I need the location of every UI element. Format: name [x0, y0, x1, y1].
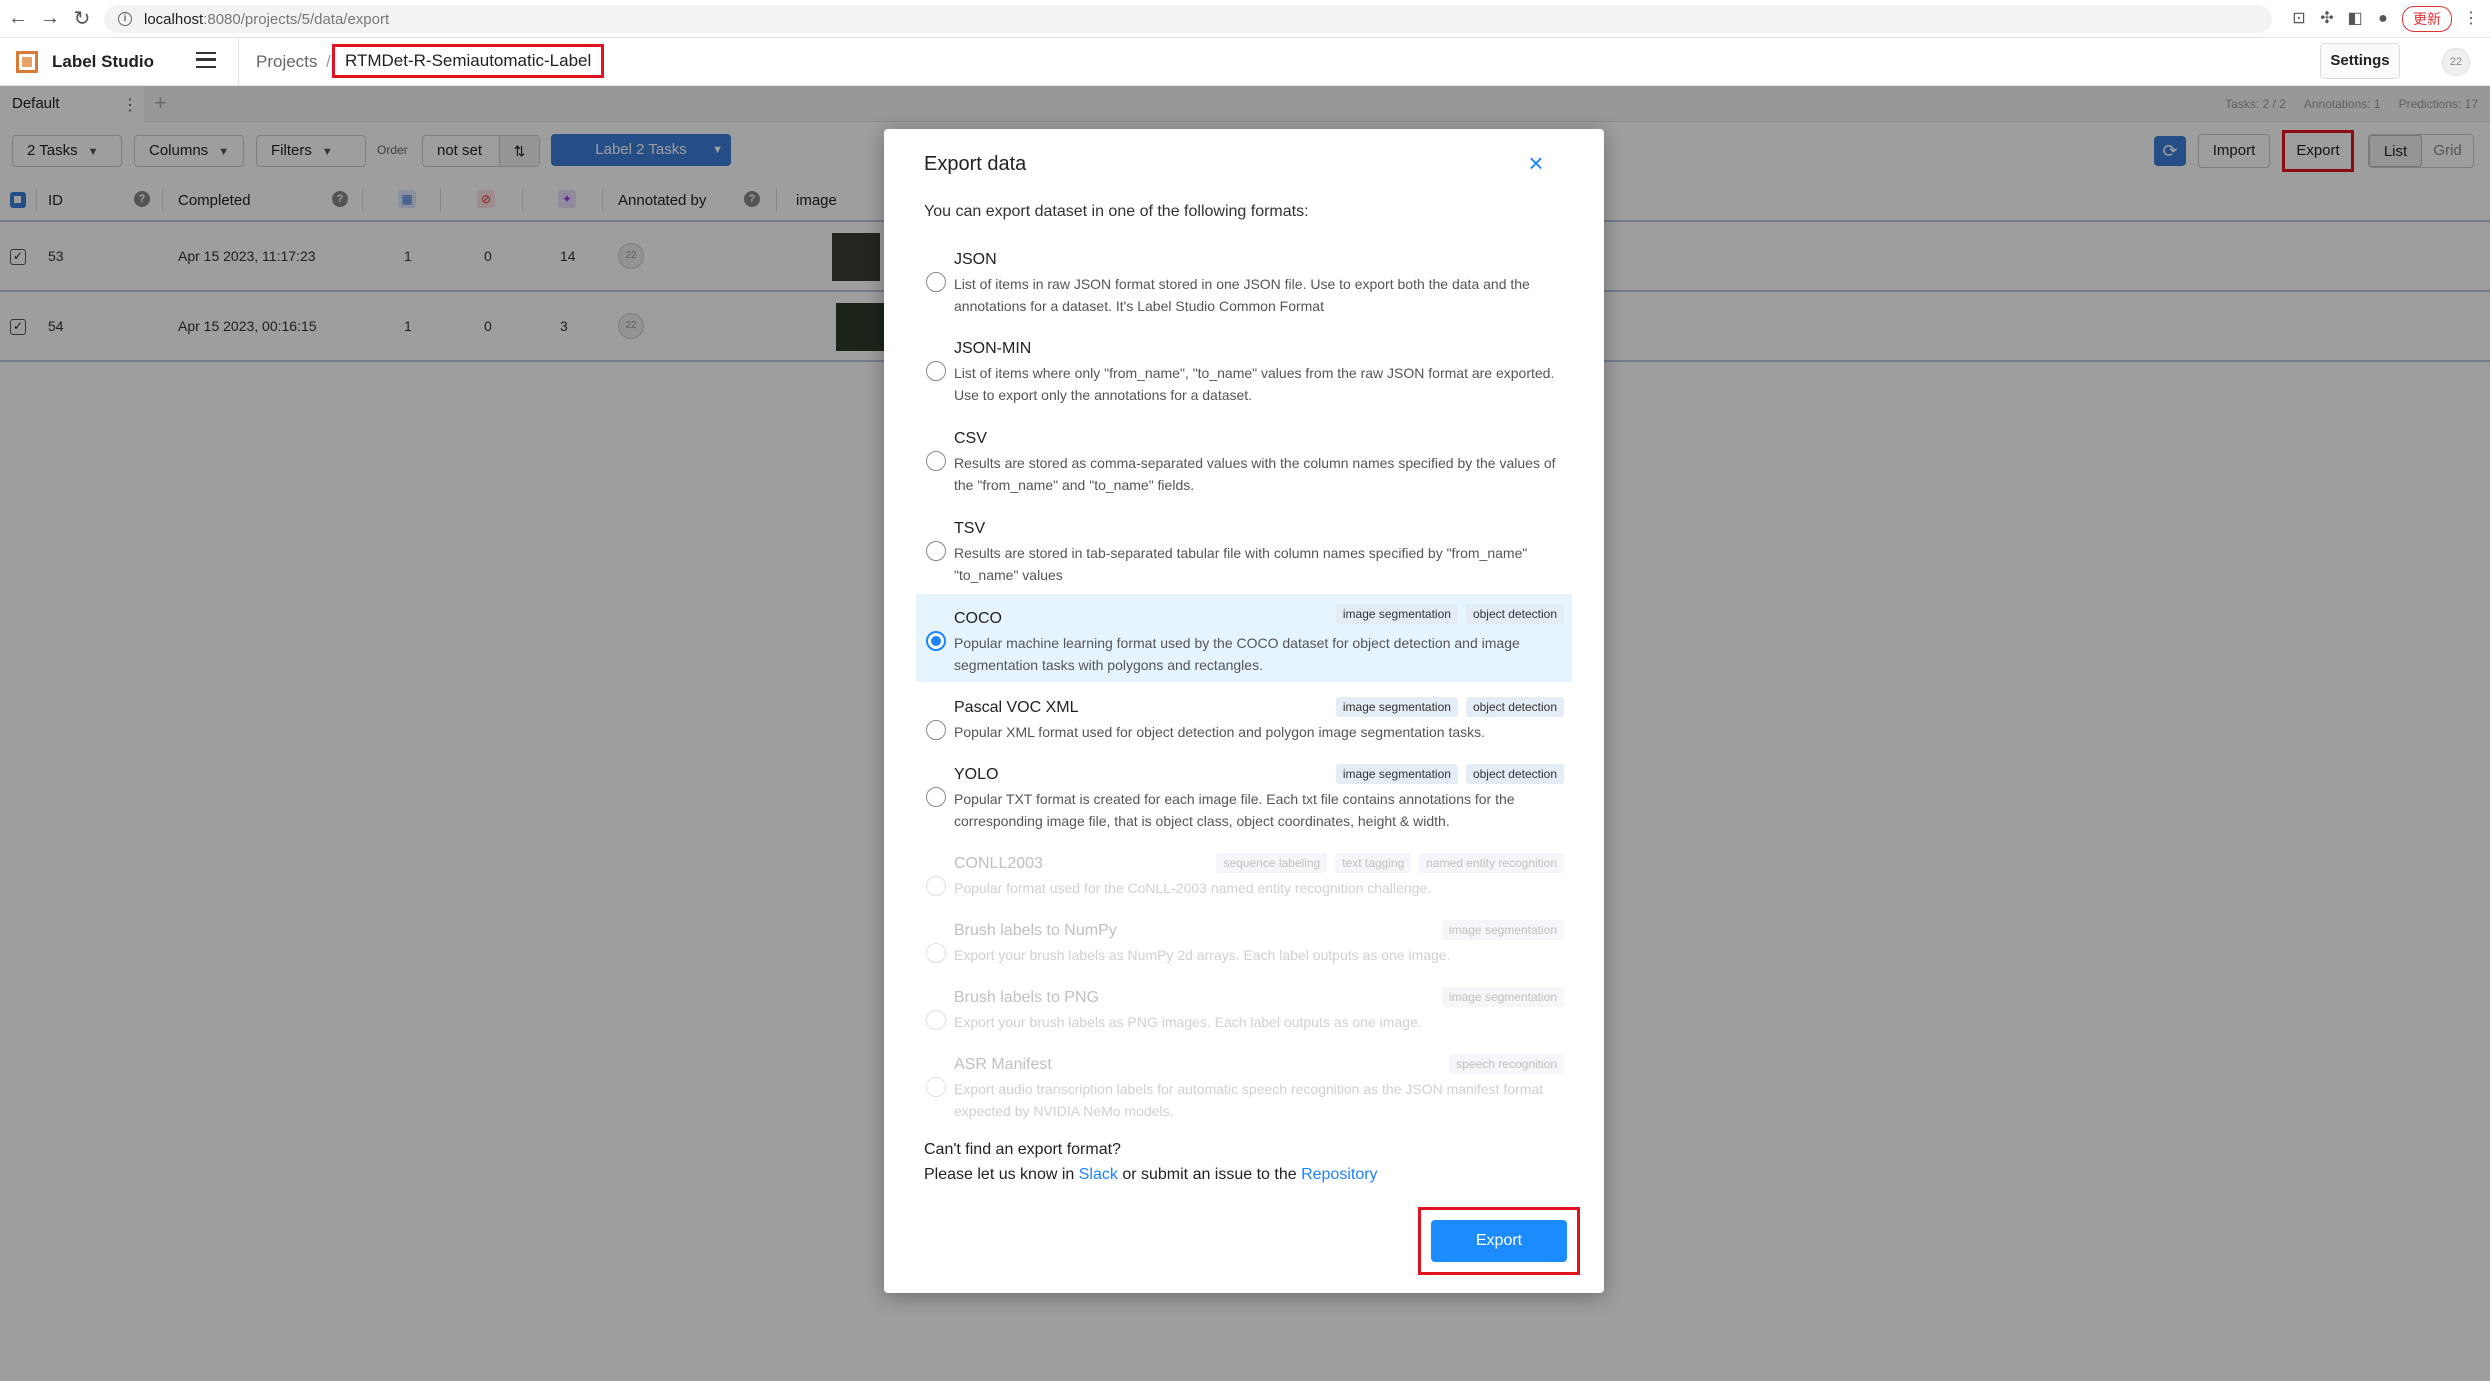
browser-extensions: ⊡ ✣ ◧ ● 更新 ⋮ [2290, 6, 2480, 32]
export-button[interactable]: Export [1431, 1220, 1567, 1262]
help-text-links: Please let us know in Slack or submit an… [924, 1166, 1378, 1184]
help-middle: or submit an issue to the [1117, 1166, 1302, 1183]
help-text: Can't find an export format? [924, 1141, 1121, 1158]
format-radio[interactable] [926, 361, 946, 381]
export-dialog: Export data × You can export dataset in … [884, 129, 1604, 1293]
menu-icon[interactable] [196, 52, 216, 68]
slack-link[interactable]: Slack [1079, 1166, 1118, 1183]
reload-icon[interactable]: ↻ [68, 5, 96, 33]
format-tag: named entity recognition [1419, 853, 1564, 873]
format-tag: text tagging [1335, 853, 1412, 873]
format-radio-disabled [926, 1077, 946, 1097]
format-tags: image segmentation object detection [1335, 764, 1564, 784]
app-name: Label Studio [52, 51, 154, 71]
format-radio[interactable] [926, 451, 946, 471]
url-host: localhost [144, 10, 204, 28]
forward-icon[interactable]: → [36, 5, 64, 33]
format-tag: image segmentation [1441, 987, 1564, 1007]
format-description: Popular format used for the CoNLL-2003 n… [954, 880, 1432, 896]
format-description: Export your brush labels as PNG images. … [954, 1014, 1422, 1030]
format-option-json[interactable]: JSON List of items in raw JSON format st… [916, 241, 1572, 327]
format-name: JSON-MIN [954, 340, 1032, 357]
user-avatar[interactable]: 22 [2442, 48, 2470, 76]
format-description: Export audio transcription labels for au… [954, 1081, 1544, 1119]
breadcrumb-separator: / [326, 52, 331, 71]
format-tags: image segmentation object detection [1335, 697, 1564, 717]
format-description: Export your brush labels as NumPy 2d arr… [954, 947, 1451, 963]
format-tag: image segmentation [1335, 604, 1458, 624]
format-option-pascal-voc[interactable]: Pascal VOC XML Popular XML format used f… [916, 689, 1572, 753]
format-name: TSV [954, 520, 986, 537]
label-studio-logo-icon [16, 50, 38, 73]
repository-link[interactable]: Repository [1301, 1166, 1377, 1183]
format-description: Popular machine learning format used by … [954, 635, 1520, 673]
format-description: Popular XML format used for object detec… [954, 724, 1486, 740]
format-tag: object detection [1465, 604, 1564, 624]
format-option-tsv[interactable]: TSV Results are stored in tab-separated … [916, 510, 1572, 596]
format-option-conll2003: CONLL2003 Popular format used for the Co… [916, 845, 1572, 909]
url-path: :8080/projects/5/data/export [203, 10, 390, 28]
format-radio[interactable] [926, 787, 946, 807]
breadcrumb-project-name[interactable]: RTMDet-R-Semiautomatic-Label [332, 44, 605, 78]
breadcrumb-projects[interactable]: Projects [256, 52, 317, 72]
format-tags: speech recognition [1449, 1054, 1564, 1074]
format-name: CSV [954, 430, 987, 447]
format-tag: sequence labeling [1216, 853, 1328, 873]
puzzle-icon[interactable]: ✣ [2318, 10, 2336, 28]
export-button-highlight: Export [1418, 1207, 1580, 1275]
format-radio-disabled [926, 876, 946, 896]
profile-icon[interactable]: ● [2374, 10, 2392, 28]
address-bar[interactable]: i localhost:8080/projects/5/data/export [104, 5, 2272, 33]
close-icon[interactable]: × [1524, 150, 1548, 176]
format-tag: object detection [1465, 764, 1564, 784]
format-tags: image segmentation object detection [1335, 604, 1564, 624]
format-option-asr-manifest: ASR Manifest Export audio transcription … [916, 1046, 1572, 1132]
format-option-coco[interactable]: COCO Popular machine learning format use… [916, 594, 1572, 682]
format-radio-disabled [926, 1010, 946, 1030]
format-tag: image segmentation [1335, 697, 1458, 717]
back-icon[interactable]: ← [4, 5, 32, 33]
more-icon[interactable]: ⋮ [2462, 10, 2480, 28]
format-tag: object detection [1465, 697, 1564, 717]
format-tags: image segmentation [1441, 920, 1564, 940]
format-description: Results are stored as comma-separated va… [954, 455, 1556, 493]
browser-toolbar: ← → ↻ i localhost:8080/projects/5/data/e… [0, 0, 2490, 38]
format-option-yolo[interactable]: YOLO Popular TXT format is created for e… [916, 756, 1572, 842]
format-description: Results are stored in tab-separated tabu… [954, 545, 1528, 583]
settings-button[interactable]: Settings [2320, 43, 2400, 79]
format-tag: image segmentation [1335, 764, 1458, 784]
sidepanel-icon[interactable]: ◧ [2346, 10, 2364, 28]
format-description: Popular TXT format is created for each i… [954, 791, 1515, 829]
format-tag: speech recognition [1449, 1054, 1564, 1074]
format-radio[interactable] [926, 720, 946, 740]
format-tag: image segmentation [1441, 920, 1564, 940]
dialog-description: You can export dataset in one of the fol… [924, 203, 1309, 220]
format-description: List of items in raw JSON format stored … [954, 276, 1530, 314]
format-option-brush-png: Brush labels to PNG Export your brush la… [916, 979, 1572, 1043]
format-radio[interactable] [926, 272, 946, 292]
update-button[interactable]: 更新 [2402, 6, 2452, 32]
logo[interactable]: Label Studio [16, 50, 154, 73]
header-divider [238, 38, 239, 86]
format-radio[interactable] [926, 541, 946, 561]
format-radio-selected[interactable] [926, 631, 946, 651]
format-option-json-min[interactable]: JSON-MIN List of items where only "from_… [916, 330, 1572, 416]
format-description: List of items where only "from_name", "t… [954, 365, 1555, 403]
format-option-brush-numpy: Brush labels to NumPy Export your brush … [916, 912, 1572, 976]
site-info-icon[interactable]: i [118, 12, 132, 26]
format-tags: sequence labeling text tagging named ent… [1216, 853, 1564, 873]
format-option-csv[interactable]: CSV Results are stored as comma-separate… [916, 420, 1572, 506]
format-radio-disabled [926, 943, 946, 963]
format-tags: image segmentation [1441, 987, 1564, 1007]
format-name: JSON [954, 251, 997, 268]
translate-icon[interactable]: ⊡ [2290, 10, 2308, 28]
help-prefix: Please let us know in [924, 1166, 1079, 1183]
dialog-title: Export data [924, 153, 1027, 175]
app-header: Label Studio Projects / RTMDet-R-Semiaut… [0, 38, 2490, 86]
